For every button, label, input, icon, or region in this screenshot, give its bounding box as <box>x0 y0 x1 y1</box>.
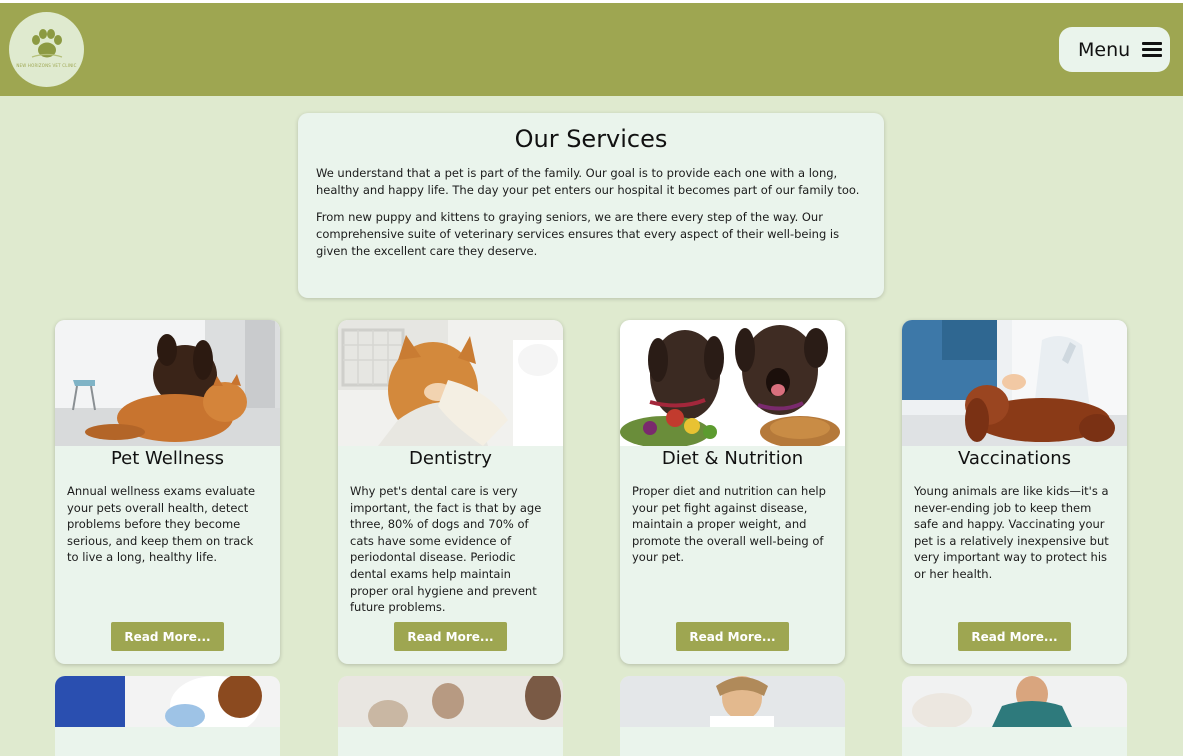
service-description: Proper diet and nutrition can help your … <box>632 484 826 565</box>
menu-button[interactable]: Menu <box>1059 27 1170 72</box>
cat-dental-exam-photo <box>338 320 563 446</box>
service-description: Why pet's dental care is very important,… <box>350 484 542 615</box>
service-title: Vaccinations <box>957 448 1072 469</box>
service-card-partial-1 <box>55 676 280 756</box>
read-more-button[interactable]: Read More... <box>394 622 507 651</box>
services-intro: Our Services We understand that a pet is… <box>298 113 884 298</box>
dog-with-vet-photo <box>55 676 280 727</box>
clinic-people-photo <box>338 676 563 727</box>
spaniel-at-vet-photo <box>902 320 1127 446</box>
dog-and-cat-photo <box>55 320 280 446</box>
clinic-logo[interactable]: NEW HORIZONS VET CLINIC <box>9 12 84 87</box>
service-card-vaccinations: Vaccinations Young animals are like kids… <box>902 320 1127 664</box>
service-card-pet-wellness: Pet Wellness Annual wellness exams evalu… <box>55 320 280 664</box>
service-description: Young animals are like kids—it's a never… <box>914 484 1109 581</box>
service-card-partial-2 <box>338 676 563 756</box>
smiling-person-photo <box>620 676 845 727</box>
logo-text: NEW HORIZONS VET CLINIC <box>16 63 77 68</box>
service-card-dentistry: Dentistry Why pet's dental care is very … <box>338 320 563 664</box>
labradors-with-food-photo <box>620 320 845 446</box>
read-more-button[interactable]: Read More... <box>958 622 1071 651</box>
intro-paragraph-1: We understand that a pet is part of the … <box>316 166 860 197</box>
service-description: Annual wellness exams evaluate your pets… <box>67 484 256 565</box>
intro-paragraph-2: From new puppy and kittens to graying se… <box>316 210 840 258</box>
service-card-partial-4 <box>902 676 1127 756</box>
hamburger-icon <box>1142 42 1163 57</box>
service-title: Dentistry <box>409 448 492 469</box>
page-title: Our Services <box>514 125 668 153</box>
paw-icon <box>31 29 62 58</box>
service-card-partial-3 <box>620 676 845 756</box>
site-header: NEW HORIZONS VET CLINIC Menu <box>0 3 1183 96</box>
read-more-button[interactable]: Read More... <box>676 622 789 651</box>
service-title: Pet Wellness <box>110 448 225 469</box>
read-more-button[interactable]: Read More... <box>111 622 224 651</box>
service-title: Diet & Nutrition <box>661 448 804 469</box>
menu-label: Menu <box>1078 38 1131 61</box>
service-card-diet-nutrition: Diet & Nutrition Proper diet and nutriti… <box>620 320 845 664</box>
vet-with-pet-photo <box>902 676 1127 727</box>
